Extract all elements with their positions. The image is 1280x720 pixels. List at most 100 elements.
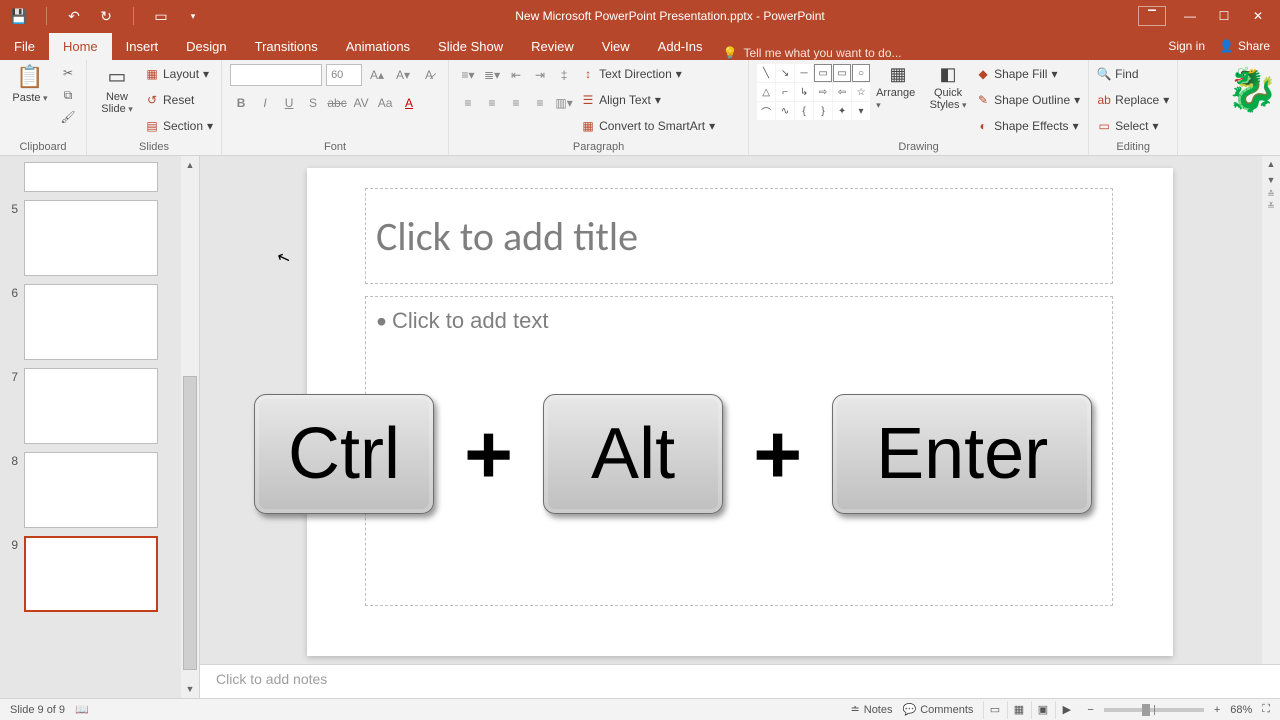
notes-pane[interactable]: Click to add notes bbox=[200, 664, 1280, 698]
close-button[interactable]: ✕ bbox=[1242, 4, 1274, 28]
slide-thumbnail[interactable] bbox=[24, 200, 158, 276]
align-center-button[interactable]: ≡ bbox=[481, 92, 503, 114]
tab-transitions[interactable]: Transitions bbox=[241, 33, 332, 60]
slide-canvas-viewport[interactable]: Click to add title Click to add text ↖ C… bbox=[200, 156, 1280, 664]
clear-formatting-icon[interactable]: A̷ bbox=[418, 64, 440, 86]
zoom-handle[interactable] bbox=[1142, 704, 1150, 716]
underline-button[interactable]: U bbox=[278, 92, 300, 114]
bullets-button[interactable]: ≡▾ bbox=[457, 64, 479, 86]
zoom-out-button[interactable]: − bbox=[1087, 704, 1093, 716]
thumbnails-list[interactable]: 5 6 7 8 9 bbox=[0, 156, 181, 698]
paste-button[interactable]: 📋 Paste bbox=[8, 64, 52, 104]
undo-icon[interactable]: ↶ bbox=[65, 7, 83, 25]
thumbnail-row[interactable]: 6 bbox=[0, 280, 181, 364]
change-case-button[interactable]: Aa bbox=[374, 92, 396, 114]
shape-effects-button[interactable]: ◐Shape Effects ▾ bbox=[976, 116, 1080, 136]
tab-review[interactable]: Review bbox=[517, 33, 588, 60]
decrease-font-icon[interactable]: A▾ bbox=[392, 64, 414, 86]
slide-thumbnail[interactable] bbox=[24, 162, 158, 192]
slide-thumbnail-selected[interactable] bbox=[24, 536, 158, 612]
tell-me-search[interactable]: 💡 Tell me what you want to do... bbox=[722, 46, 901, 60]
increase-indent-button[interactable]: ⇥ bbox=[529, 64, 551, 86]
signin-link[interactable]: Sign in bbox=[1168, 39, 1205, 53]
scroll-down-icon[interactable]: ▼ bbox=[181, 680, 199, 698]
fit-to-window-icon[interactable]: ⛶ bbox=[1262, 703, 1270, 716]
justify-button[interactable]: ≡ bbox=[529, 92, 551, 114]
decrease-indent-button[interactable]: ⇤ bbox=[505, 64, 527, 86]
slideshow-view-icon[interactable]: ▶ bbox=[1055, 701, 1077, 719]
cut-icon[interactable]: ✂ bbox=[58, 64, 78, 82]
thumbnails-scrollbar[interactable]: ▲ ▼ bbox=[181, 156, 199, 698]
tab-animations[interactable]: Animations bbox=[332, 33, 424, 60]
font-size-input[interactable] bbox=[326, 64, 362, 86]
next-slide-icon[interactable]: ≚ bbox=[1262, 200, 1280, 212]
scroll-handle[interactable] bbox=[183, 376, 197, 669]
align-right-button[interactable]: ≡ bbox=[505, 92, 527, 114]
scroll-up-icon[interactable]: ▲ bbox=[181, 156, 199, 174]
ribbon-display-options-icon[interactable]: ▔ bbox=[1138, 6, 1166, 26]
arrange-button[interactable]: ▦ Arrange bbox=[876, 64, 920, 111]
increase-font-icon[interactable]: A▴ bbox=[366, 64, 388, 86]
copy-icon[interactable]: ⧉ bbox=[58, 86, 78, 104]
text-direction-button[interactable]: ↕Text Direction ▾ bbox=[581, 64, 715, 84]
spellcheck-icon[interactable]: 📖 bbox=[75, 703, 89, 716]
thumbnail-row[interactable]: 5 bbox=[0, 196, 181, 280]
shadow-button[interactable]: S bbox=[302, 92, 324, 114]
minimize-button[interactable]: — bbox=[1174, 4, 1206, 28]
font-family-select[interactable] bbox=[230, 64, 322, 86]
maximize-button[interactable]: ☐ bbox=[1208, 4, 1240, 28]
select-button[interactable]: ▭Select ▾ bbox=[1097, 116, 1169, 136]
tab-file[interactable]: File bbox=[0, 33, 49, 60]
char-spacing-button[interactable]: AV bbox=[350, 92, 372, 114]
bold-button[interactable]: B bbox=[230, 92, 252, 114]
thumbnail-row[interactable] bbox=[0, 158, 181, 196]
zoom-in-button[interactable]: + bbox=[1214, 704, 1220, 716]
zoom-slider[interactable] bbox=[1104, 708, 1204, 712]
tab-view[interactable]: View bbox=[588, 33, 644, 60]
thumbnail-row[interactable]: 9 bbox=[0, 532, 181, 616]
font-color-button[interactable]: A bbox=[398, 92, 420, 114]
tab-addins[interactable]: Add-Ins bbox=[644, 33, 717, 60]
layout-button[interactable]: ▦Layout ▾ bbox=[145, 64, 213, 84]
shapes-gallery[interactable]: ╲↘─▭▭○ △⌐↳⇨⇦☆ ⌒∿{}✦▾ bbox=[757, 64, 870, 120]
convert-smartart-button[interactable]: ▦Convert to SmartArt ▾ bbox=[581, 116, 715, 136]
quick-styles-button[interactable]: ◧ Quick Styles bbox=[926, 64, 970, 111]
align-text-button[interactable]: ☰Align Text ▾ bbox=[581, 90, 715, 110]
slide-thumbnail[interactable] bbox=[24, 284, 158, 360]
slide-thumbnail[interactable] bbox=[24, 368, 158, 444]
numbering-button[interactable]: ≣▾ bbox=[481, 64, 503, 86]
columns-button[interactable]: ▥▾ bbox=[553, 92, 575, 114]
align-left-button[interactable]: ≡ bbox=[457, 92, 479, 114]
title-placeholder[interactable]: Click to add title bbox=[365, 188, 1113, 284]
previous-slide-icon[interactable]: ≙ bbox=[1262, 188, 1280, 200]
redo-icon[interactable]: ↻ bbox=[97, 7, 115, 25]
italic-button[interactable]: I bbox=[254, 92, 276, 114]
slide-thumbnail[interactable] bbox=[24, 452, 158, 528]
tab-insert[interactable]: Insert bbox=[112, 33, 173, 60]
qat-customize-icon[interactable]: ▾ bbox=[184, 7, 202, 25]
tab-home[interactable]: Home bbox=[49, 33, 112, 60]
start-from-beginning-icon[interactable]: ▭ bbox=[152, 7, 170, 25]
tab-slideshow[interactable]: Slide Show bbox=[424, 33, 517, 60]
tab-design[interactable]: Design bbox=[172, 33, 240, 60]
reset-button[interactable]: ↺Reset bbox=[145, 90, 213, 110]
section-button[interactable]: ▤Section ▾ bbox=[145, 116, 213, 136]
share-button[interactable]: 👤 Share bbox=[1219, 39, 1270, 53]
editor-scrollbar[interactable]: ▲ ▼ ≙ ≚ bbox=[1262, 156, 1280, 664]
comments-toggle[interactable]: 💬 Comments bbox=[903, 703, 974, 716]
replace-button[interactable]: abReplace ▾ bbox=[1097, 90, 1169, 110]
strikethrough-button[interactable]: abc bbox=[326, 92, 348, 114]
zoom-level[interactable]: 68% bbox=[1230, 704, 1252, 716]
format-painter-icon[interactable]: 🖌 bbox=[58, 108, 78, 126]
find-button[interactable]: 🔍Find bbox=[1097, 64, 1169, 84]
scroll-down-icon[interactable]: ▼ bbox=[1262, 172, 1280, 188]
notes-toggle[interactable]: ≐ Notes bbox=[851, 703, 893, 716]
scroll-up-icon[interactable]: ▲ bbox=[1262, 156, 1280, 172]
normal-view-icon[interactable]: ▭ bbox=[983, 701, 1005, 719]
slide-counter[interactable]: Slide 9 of 9 bbox=[10, 704, 65, 716]
thumbnail-row[interactable]: 7 bbox=[0, 364, 181, 448]
line-spacing-button[interactable]: ‡ bbox=[553, 64, 575, 86]
save-icon[interactable]: 💾 bbox=[10, 7, 28, 25]
shape-fill-button[interactable]: ◆Shape Fill ▾ bbox=[976, 64, 1080, 84]
new-slide-button[interactable]: ▭ New Slide bbox=[95, 64, 139, 115]
